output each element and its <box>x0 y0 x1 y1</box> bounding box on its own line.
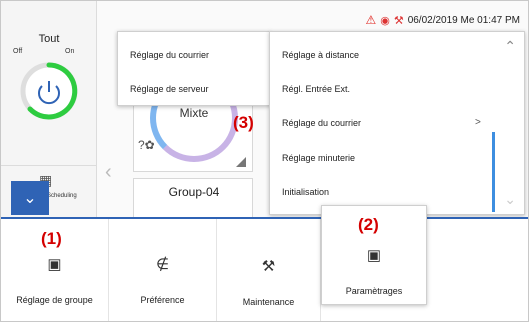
preference-label: Préférence <box>140 295 185 305</box>
scrollbar[interactable] <box>492 132 495 212</box>
download-settings-icon: ▣ <box>366 247 382 264</box>
all-label: Tout <box>38 33 60 45</box>
preference-icon: ∉ <box>155 256 170 273</box>
settings-menu: Réglage à distance Régl. Entrée Ext. Rég… <box>269 31 525 215</box>
chevron-down-icon: ⌄ <box>23 190 37 207</box>
maintenance-label: Maintenance <box>242 297 295 307</box>
schedule-label: Scheduling <box>47 193 77 199</box>
maintenance-button[interactable]: ⚒ Maintenance <box>217 219 321 321</box>
menu-item-remote-setting[interactable]: Réglage à distance <box>270 50 490 60</box>
scroll-up-icon[interactable]: ⌃ <box>504 38 516 55</box>
corner-indicator <box>236 157 246 167</box>
collapse-button[interactable]: ⌄ <box>11 181 49 215</box>
group-name: Group-04 <box>168 185 220 199</box>
bottom-toolbar: ▣ Réglage de groupe ∉ Préférence ⚒ Maint… <box>1 217 528 321</box>
app-window: Tout Off On ▦ Scheduling ⌄ ⚠ ◉ ⚒ 06/02/2… <box>0 0 529 322</box>
date-time: 06/02/2019 Me 01:47 PM <box>407 14 520 26</box>
submenu-arrow-icon: > <box>475 117 481 128</box>
menu-item-initialization[interactable]: Initialisation <box>270 187 490 197</box>
preference-button[interactable]: ∉ Préférence <box>109 219 217 321</box>
menu-item-timer-setting[interactable]: Réglage minuterie <box>270 153 490 163</box>
maintenance-status-icon: ⚒ <box>393 14 404 27</box>
group-card-group-04[interactable]: Group-04 <box>133 178 253 218</box>
fan-icon: ?✿ <box>138 138 155 152</box>
annotation-1: (1) <box>41 229 62 248</box>
menu-item-server-setting[interactable]: Réglage de serveur <box>118 84 270 94</box>
mail-server-menu: Réglage du courrier Réglage de serveur <box>117 31 271 106</box>
menu-item-mail-setting[interactable]: Réglage du courrier <box>118 50 270 60</box>
scroll-down-icon[interactable]: ⌄ <box>504 191 516 208</box>
off-label: Off <box>13 48 23 55</box>
group-icon: ▣ <box>47 256 62 273</box>
power-toggle[interactable] <box>19 61 79 121</box>
annotation-2: (2) <box>358 215 379 234</box>
maintenance-icon: ⚒ <box>261 258 276 275</box>
group-card-mixte[interactable]: Mixte ?✿ <box>133 99 253 172</box>
left-panel: Tout Off On ▦ Scheduling ⌄ <box>1 1 97 217</box>
status-bar: ⚠ ◉ ⚒ 06/02/2019 Me 01:47 PM <box>365 13 520 27</box>
menu-item-mail-setting-right[interactable]: Réglage du courrier <box>270 118 490 128</box>
group-setting-label: Réglage de groupe <box>16 295 93 305</box>
warning-triangle-icon[interactable]: ⚠ <box>365 13 376 27</box>
previous-page-icon[interactable]: ‹ <box>105 161 112 184</box>
service-icon: ◉ <box>380 14 390 27</box>
menu-item-ext-input[interactable]: Régl. Entrée Ext. <box>270 84 490 94</box>
on-label: On <box>65 48 75 55</box>
settings-label: Paramètrages <box>345 286 403 296</box>
annotation-3: (3) <box>233 113 254 132</box>
